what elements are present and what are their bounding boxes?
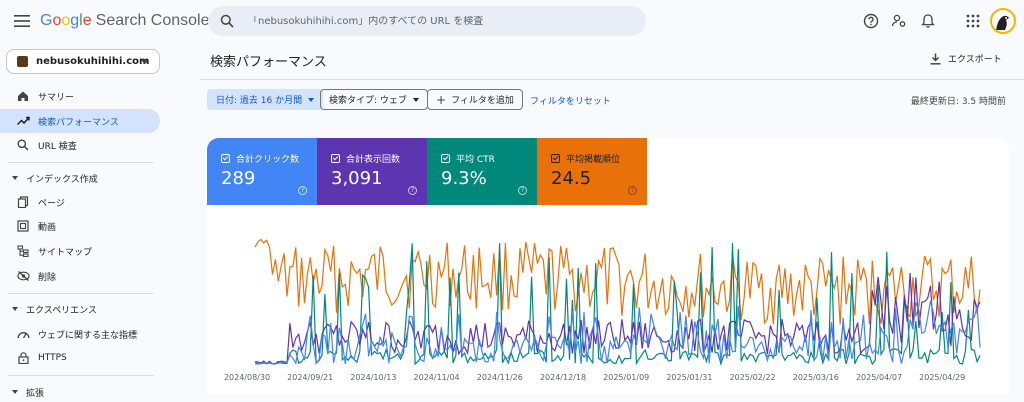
last-updated: 最終更新日: 3.5 時間前 bbox=[910, 97, 1006, 107]
apps-grid-icon[interactable] bbox=[964, 12, 982, 30]
checkbox-checked-icon[interactable] bbox=[331, 154, 340, 163]
header-divider bbox=[200, 79, 1024, 80]
checkbox-checked-icon[interactable] bbox=[221, 154, 230, 163]
avatar[interactable] bbox=[990, 8, 1016, 34]
export-button[interactable]: エクスポート bbox=[930, 52, 1002, 65]
x-tick-label: 2025/04/29 bbox=[919, 373, 965, 382]
sidebar-section-enhancements[interactable]: 拡張 bbox=[0, 383, 160, 401]
sitemap-icon bbox=[16, 244, 30, 258]
sidebar-item-sitemaps[interactable]: サイトマップ bbox=[0, 239, 160, 263]
download-icon bbox=[930, 53, 941, 65]
x-tick-label: 2025/04/07 bbox=[856, 373, 902, 382]
sidebar-item-performance[interactable]: 検索パフォーマンス bbox=[0, 109, 160, 133]
caret-down-icon bbox=[12, 176, 18, 180]
sidebar-item-pages[interactable]: ページ bbox=[0, 190, 160, 214]
sidebar-item-core-web-vitals[interactable]: ウェブに関する主な指標 bbox=[0, 322, 160, 346]
trending-up-icon bbox=[16, 114, 30, 128]
sidebar-divider bbox=[8, 293, 154, 294]
sidebar-item-url-inspection[interactable]: URL 検査 bbox=[0, 133, 160, 157]
manage-users-icon[interactable] bbox=[890, 12, 908, 30]
search-icon bbox=[16, 138, 30, 152]
plus-icon: + bbox=[436, 92, 447, 107]
help-icon[interactable]: ? bbox=[298, 186, 307, 195]
home-icon bbox=[16, 89, 30, 103]
help-icon[interactable] bbox=[862, 12, 880, 30]
lock-icon bbox=[16, 351, 30, 365]
metric-position[interactable]: 平均掲載順位 24.5 ? bbox=[537, 138, 647, 205]
metric-clicks[interactable]: 合計クリック数 289 ? bbox=[207, 138, 317, 205]
x-tick-label: 2024/11/04 bbox=[414, 373, 460, 382]
help-icon[interactable]: ? bbox=[408, 186, 417, 195]
pages-icon bbox=[16, 195, 30, 209]
x-tick-label: 2024/12/18 bbox=[540, 373, 586, 382]
caret-down-icon bbox=[12, 390, 18, 394]
checkbox-checked-icon[interactable] bbox=[551, 154, 560, 163]
sidebar-item-summary[interactable]: サマリー bbox=[0, 84, 160, 108]
caret-down-icon bbox=[308, 97, 315, 102]
menu-icon[interactable] bbox=[12, 11, 32, 31]
top-bar: Google Search Console bbox=[0, 0, 1024, 42]
x-tick-label: 2024/11/26 bbox=[477, 373, 523, 382]
help-icon[interactable]: ? bbox=[628, 186, 637, 195]
search-icon bbox=[220, 14, 234, 28]
property-favicon bbox=[17, 56, 28, 67]
sidebar-section-experience[interactable]: エクスペリエンス bbox=[0, 300, 160, 318]
caret-down-icon bbox=[12, 307, 18, 311]
performance-chart[interactable]: 2024/08/30 2024/09/21 2024/10/13 2024/11/04… bbox=[207, 208, 1009, 394]
checkbox-checked-icon[interactable] bbox=[441, 154, 450, 163]
reset-filters-link[interactable]: フィルタをリセット bbox=[530, 94, 611, 107]
metric-ctr[interactable]: 平均 CTR 9.3% ? bbox=[427, 138, 537, 205]
date-filter-chip[interactable]: 日付: 過去 16 か月間 bbox=[207, 89, 324, 110]
x-tick-label: 2025/03/16 bbox=[793, 373, 839, 382]
url-inspect-search[interactable] bbox=[208, 6, 646, 36]
x-tick-label: 2024/08/30 bbox=[224, 373, 270, 382]
x-tick-label: 2025/01/09 bbox=[603, 373, 649, 382]
video-icon bbox=[16, 219, 30, 233]
caret-down-icon bbox=[412, 97, 419, 102]
add-filter-chip[interactable]: + フィルタを追加 bbox=[427, 89, 523, 110]
removals-icon bbox=[16, 269, 30, 283]
search-input[interactable] bbox=[248, 15, 628, 27]
sidebar-divider bbox=[8, 162, 154, 163]
page-title: 検索パフォーマンス bbox=[210, 55, 327, 70]
sidebar-item-https[interactable]: HTTPS bbox=[0, 346, 160, 370]
property-name: nebusokuhihihi.com bbox=[36, 56, 150, 67]
sidebar-item-removals[interactable]: 削除 bbox=[0, 264, 160, 288]
logo[interactable]: Google Search Console bbox=[40, 12, 209, 30]
search-type-chip[interactable]: 検索タイプ: ウェブ bbox=[320, 89, 428, 110]
metric-impressions[interactable]: 合計表示回数 3,091 ? bbox=[317, 138, 427, 205]
x-tick-label: 2025/02/22 bbox=[730, 373, 776, 382]
performance-card: 合計クリック数 289 ? 合計表示回数 3,091 ? 平均 CTR 9.3%… bbox=[207, 138, 1009, 394]
notifications-icon[interactable] bbox=[919, 12, 937, 30]
property-selector[interactable]: nebusokuhihihi.com bbox=[6, 49, 160, 74]
sidebar-item-video[interactable]: 動画 bbox=[0, 214, 160, 238]
x-tick-label: 2025/01/31 bbox=[666, 373, 712, 382]
chevron-down-icon bbox=[141, 60, 149, 64]
sidebar-divider bbox=[8, 375, 154, 376]
x-tick-label: 2024/10/13 bbox=[350, 373, 396, 382]
sidebar-section-index[interactable]: インデックス作成 bbox=[0, 169, 160, 187]
x-tick-label: 2024/09/21 bbox=[287, 373, 333, 382]
speed-icon bbox=[16, 327, 30, 341]
help-icon[interactable]: ? bbox=[518, 186, 527, 195]
